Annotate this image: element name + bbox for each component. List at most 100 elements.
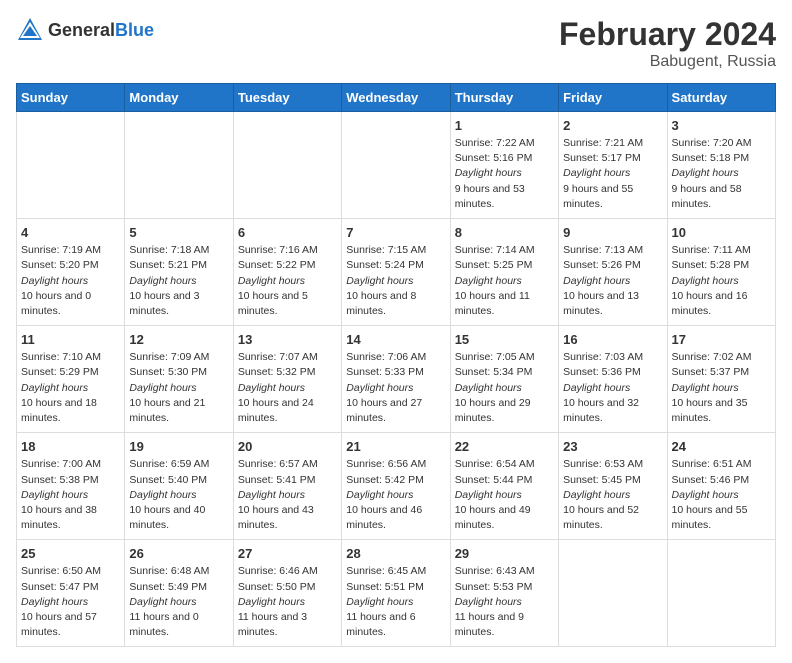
- day-info: Sunrise: 7:06 AMSunset: 5:33 PMDaylight …: [346, 350, 445, 426]
- calendar-cell: 18 Sunrise: 7:00 AMSunset: 5:38 PMDayligh…: [17, 433, 125, 540]
- main-title: February 2024: [559, 16, 776, 53]
- logo-icon: [16, 16, 44, 44]
- calendar-week-3: 11 Sunrise: 7:10 AMSunset: 5:29 PMDayligh…: [17, 326, 776, 433]
- subtitle: Babugent, Russia: [559, 53, 776, 71]
- day-number: 10: [672, 225, 771, 240]
- day-info: Sunrise: 7:21 AMSunset: 5:17 PMDaylight …: [563, 136, 662, 212]
- calendar-cell: [125, 112, 233, 219]
- calendar-cell: 9 Sunrise: 7:13 AMSunset: 5:26 PMDaylight…: [559, 219, 667, 326]
- column-header-thursday: Thursday: [450, 84, 558, 112]
- calendar-cell: 17Sunrise: 7:02 AMSunset: 5:37 PMDayligh…: [667, 326, 775, 433]
- day-number: 29: [455, 546, 554, 561]
- day-info: Sunrise: 7:19 AMSunset: 5:20 PMDaylight …: [21, 243, 120, 319]
- day-number: 21: [346, 439, 445, 454]
- day-number: 14: [346, 332, 445, 347]
- day-info: Sunrise: 7:09 AMSunset: 5:30 PMDaylight …: [129, 350, 228, 426]
- calendar-cell: 21 Sunrise: 6:56 AMSunset: 5:42 PMDayligh…: [342, 433, 450, 540]
- day-info: Sunrise: 7:11 AMSunset: 5:28 PMDaylight …: [672, 243, 771, 319]
- calendar-cell: 29 Sunrise: 6:43 AMSunset: 5:53 PMDayligh…: [450, 540, 558, 647]
- calendar-cell: 7Sunrise: 7:15 AMSunset: 5:24 PMDaylight…: [342, 219, 450, 326]
- day-number: 8: [455, 225, 554, 240]
- calendar-cell: 24Sunrise: 6:51 AMSunset: 5:46 PMDayligh…: [667, 433, 775, 540]
- day-info: Sunrise: 6:54 AMSunset: 5:44 PMDaylight …: [455, 457, 554, 533]
- calendar-cell: [17, 112, 125, 219]
- calendar-week-1: 1Sunrise: 7:22 AMSunset: 5:16 PMDaylight…: [17, 112, 776, 219]
- calendar-cell: [559, 540, 667, 647]
- day-info: Sunrise: 7:15 AMSunset: 5:24 PMDaylight …: [346, 243, 445, 319]
- day-number: 19: [129, 439, 228, 454]
- calendar-cell: 13Sunrise: 7:07 AMSunset: 5:32 PMDayligh…: [233, 326, 341, 433]
- calendar-cell: [233, 112, 341, 219]
- logo: GeneralBlue: [16, 16, 154, 44]
- calendar-cell: 15 Sunrise: 7:05 AMSunset: 5:34 PMDayligh…: [450, 326, 558, 433]
- day-info: Sunrise: 7:07 AMSunset: 5:32 PMDaylight …: [238, 350, 337, 426]
- day-number: 5: [129, 225, 228, 240]
- day-number: 3: [672, 118, 771, 133]
- column-header-friday: Friday: [559, 84, 667, 112]
- day-info: Sunrise: 6:57 AMSunset: 5:41 PMDaylight …: [238, 457, 337, 533]
- calendar-week-5: 25 Sunrise: 6:50 AMSunset: 5:47 PMDayligh…: [17, 540, 776, 647]
- day-number: 26: [129, 546, 228, 561]
- day-number: 16: [563, 332, 662, 347]
- column-header-wednesday: Wednesday: [342, 84, 450, 112]
- column-header-monday: Monday: [125, 84, 233, 112]
- logo-general-text: General: [48, 20, 115, 40]
- calendar-cell: 25 Sunrise: 6:50 AMSunset: 5:47 PMDayligh…: [17, 540, 125, 647]
- day-info: Sunrise: 7:16 AMSunset: 5:22 PMDaylight …: [238, 243, 337, 319]
- day-info: Sunrise: 7:03 AMSunset: 5:36 PMDaylight …: [563, 350, 662, 426]
- calendar-cell: 27Sunrise: 6:46 AMSunset: 5:50 PMDayligh…: [233, 540, 341, 647]
- day-number: 9: [563, 225, 662, 240]
- logo-blue-text: Blue: [115, 20, 154, 40]
- day-info: Sunrise: 7:00 AMSunset: 5:38 PMDaylight …: [21, 457, 120, 533]
- calendar-cell: 19 Sunrise: 6:59 AMSunset: 5:40 PMDayligh…: [125, 433, 233, 540]
- day-number: 28: [346, 546, 445, 561]
- calendar-cell: 20 Sunrise: 6:57 AMSunset: 5:41 PMDayligh…: [233, 433, 341, 540]
- calendar-cell: 12Sunrise: 7:09 AMSunset: 5:30 PMDayligh…: [125, 326, 233, 433]
- calendar-cell: 28Sunrise: 6:45 AMSunset: 5:51 PMDayligh…: [342, 540, 450, 647]
- day-info: Sunrise: 6:56 AMSunset: 5:42 PMDaylight …: [346, 457, 445, 533]
- day-info: Sunrise: 6:48 AMSunset: 5:49 PMDaylight …: [129, 564, 228, 640]
- column-header-saturday: Saturday: [667, 84, 775, 112]
- day-info: Sunrise: 6:53 AMSunset: 5:45 PMDaylight …: [563, 457, 662, 533]
- day-info: Sunrise: 7:22 AMSunset: 5:16 PMDaylight …: [455, 136, 554, 212]
- calendar-table: SundayMondayTuesdayWednesdayThursdayFrid…: [16, 83, 776, 647]
- day-number: 22: [455, 439, 554, 454]
- day-number: 27: [238, 546, 337, 561]
- day-number: 25: [21, 546, 120, 561]
- calendar-cell: 23 Sunrise: 6:53 AMSunset: 5:45 PMDayligh…: [559, 433, 667, 540]
- day-info: Sunrise: 6:50 AMSunset: 5:47 PMDaylight …: [21, 564, 120, 640]
- day-info: Sunrise: 7:20 AMSunset: 5:18 PMDaylight …: [672, 136, 771, 212]
- calendar-week-2: 4 Sunrise: 7:19 AMSunset: 5:20 PMDaylight…: [17, 219, 776, 326]
- calendar-week-4: 18 Sunrise: 7:00 AMSunset: 5:38 PMDayligh…: [17, 433, 776, 540]
- header: GeneralBlue February 2024 Babugent, Russ…: [16, 16, 776, 71]
- day-number: 15: [455, 332, 554, 347]
- calendar-cell: 2 Sunrise: 7:21 AMSunset: 5:17 PMDaylight…: [559, 112, 667, 219]
- day-info: Sunrise: 6:59 AMSunset: 5:40 PMDaylight …: [129, 457, 228, 533]
- day-info: Sunrise: 7:13 AMSunset: 5:26 PMDaylight …: [563, 243, 662, 319]
- day-info: Sunrise: 7:02 AMSunset: 5:37 PMDaylight …: [672, 350, 771, 426]
- calendar-cell: 4 Sunrise: 7:19 AMSunset: 5:20 PMDaylight…: [17, 219, 125, 326]
- calendar-cell: 6 Sunrise: 7:16 AMSunset: 5:22 PMDaylight…: [233, 219, 341, 326]
- calendar-cell: 3 Sunrise: 7:20 AMSunset: 5:18 PMDaylight…: [667, 112, 775, 219]
- day-number: 20: [238, 439, 337, 454]
- calendar-cell: 26 Sunrise: 6:48 AMSunset: 5:49 PMDayligh…: [125, 540, 233, 647]
- day-number: 11: [21, 332, 120, 347]
- day-info: Sunrise: 7:10 AMSunset: 5:29 PMDaylight …: [21, 350, 120, 426]
- day-number: 24: [672, 439, 771, 454]
- calendar-cell: 22 Sunrise: 6:54 AMSunset: 5:44 PMDayligh…: [450, 433, 558, 540]
- calendar-cell: 5Sunrise: 7:18 AMSunset: 5:21 PMDaylight…: [125, 219, 233, 326]
- day-number: 4: [21, 225, 120, 240]
- day-number: 2: [563, 118, 662, 133]
- column-header-tuesday: Tuesday: [233, 84, 341, 112]
- day-info: Sunrise: 7:05 AMSunset: 5:34 PMDaylight …: [455, 350, 554, 426]
- title-area: February 2024 Babugent, Russia: [559, 16, 776, 71]
- day-info: Sunrise: 6:43 AMSunset: 5:53 PMDaylight …: [455, 564, 554, 640]
- calendar-cell: 11 Sunrise: 7:10 AMSunset: 5:29 PMDayligh…: [17, 326, 125, 433]
- day-number: 6: [238, 225, 337, 240]
- column-header-sunday: Sunday: [17, 84, 125, 112]
- day-info: Sunrise: 7:14 AMSunset: 5:25 PMDaylight …: [455, 243, 554, 319]
- calendar-cell: 1Sunrise: 7:22 AMSunset: 5:16 PMDaylight…: [450, 112, 558, 219]
- calendar-cell: 14 Sunrise: 7:06 AMSunset: 5:33 PMDayligh…: [342, 326, 450, 433]
- day-number: 18: [21, 439, 120, 454]
- day-number: 23: [563, 439, 662, 454]
